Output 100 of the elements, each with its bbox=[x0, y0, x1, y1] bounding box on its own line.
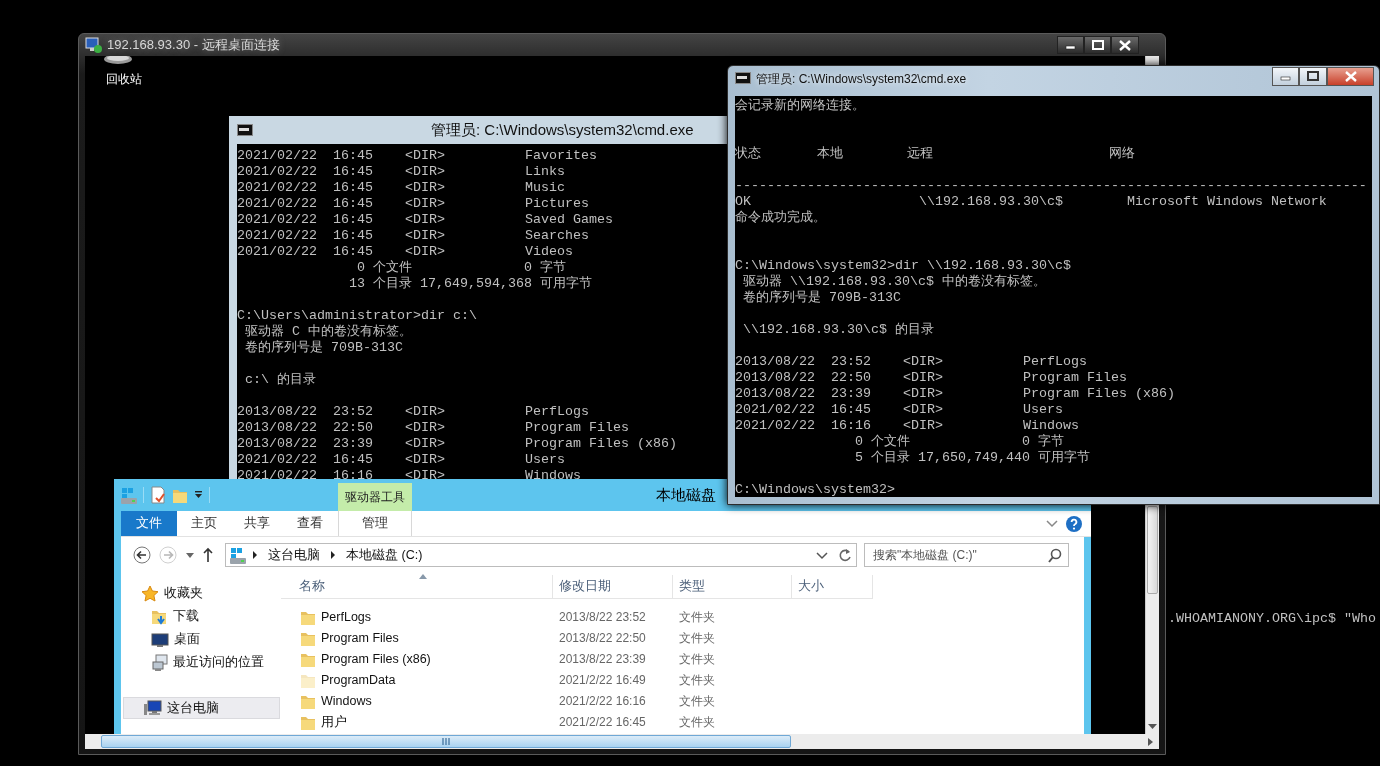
file-name[interactable]: Program Files (x86) bbox=[281, 651, 553, 668]
back-button[interactable] bbox=[133, 546, 151, 564]
window-title: 管理员: C:\Windows\system32\cmd.exe bbox=[756, 72, 967, 87]
search-icon[interactable] bbox=[1048, 548, 1062, 563]
date-cell-text: 2021/2/22 16:16 bbox=[558, 694, 647, 709]
forward-icon bbox=[159, 546, 177, 564]
ribbon-tab[interactable]: 主页 bbox=[177, 511, 230, 536]
console-line: 2021/02/22 16:45 <DIR> Saved Games bbox=[237, 212, 613, 228]
document-icon[interactable] bbox=[150, 486, 166, 504]
console-line: 2021/02/22 16:45 <DIR> Videos bbox=[237, 244, 573, 260]
minimize-button[interactable] bbox=[1272, 67, 1299, 86]
horizontal-scrollbar[interactable] bbox=[85, 734, 1159, 749]
maximize-icon bbox=[1090, 39, 1105, 51]
drive-icon bbox=[230, 546, 246, 564]
file-name[interactable]: ProgramData bbox=[281, 672, 553, 689]
console-line: 2013/08/22 22:50 <DIR> Program Files bbox=[735, 370, 1127, 386]
console-line: 会记录新的网络连接。 bbox=[735, 98, 865, 114]
console-line: C:\Windows\system32>dir \\192.168.93.30\c$ bbox=[735, 258, 1071, 274]
download-folder-icon bbox=[151, 608, 168, 625]
date-cell-text: 2021/2/22 16:45 bbox=[558, 715, 647, 730]
nav-pane-item[interactable]: 最近访问的位置 bbox=[121, 651, 281, 674]
ribbon-tab[interactable]: 管理 bbox=[338, 511, 412, 536]
nav-pane-item[interactable]: 这台电脑 bbox=[123, 697, 280, 719]
console-line: 2021/02/22 16:45 <DIR> Pictures bbox=[237, 196, 589, 212]
date-cell-text: 2013/8/22 22:50 bbox=[558, 631, 647, 646]
ribbon-tab[interactable]: 查看 bbox=[283, 511, 336, 536]
console-line: 2021/02/22 16:45 <DIR> Searches bbox=[237, 228, 589, 244]
scroll-thumb[interactable] bbox=[101, 735, 791, 748]
console-line: 驱动器 \\192.168.93.30\c$ 中的卷没有标签。 bbox=[742, 274, 1046, 290]
file-name[interactable]: PerfLogs bbox=[281, 609, 553, 626]
file-name[interactable]: Program Files bbox=[281, 630, 553, 647]
remote-desktop-icon bbox=[85, 37, 102, 53]
file-menu-button[interactable]: 文件 bbox=[121, 511, 177, 536]
ribbon-tab[interactable]: 共享 bbox=[230, 511, 283, 536]
window-title: 192.168.93.30 - 远程桌面连接 bbox=[107, 37, 280, 53]
breadcrumb-link[interactable]: 这台电脑 bbox=[264, 547, 324, 563]
recycle-bin-icon[interactable] bbox=[103, 56, 133, 64]
console-line: 2021/02/22 16:45 <DIR> Users bbox=[237, 452, 565, 468]
minimize-button[interactable] bbox=[1057, 36, 1084, 54]
breadcrumb-arrow-icon[interactable] bbox=[252, 550, 258, 560]
caret-icon[interactable] bbox=[194, 491, 203, 499]
type-cell-text: 文件夹 bbox=[678, 652, 716, 667]
address-bar[interactable]: 这台电脑 本地磁盘 (C:) bbox=[225, 543, 857, 567]
window-title: 管理员: C:\Windows\system32\cmd.exe bbox=[431, 121, 694, 139]
desktop-icon-label[interactable]: 回收站 bbox=[106, 72, 142, 87]
date-cell-text: 2013/8/22 23:52 bbox=[558, 610, 647, 625]
type-cell-text: 文件夹 bbox=[678, 610, 716, 625]
maximize-button[interactable] bbox=[1084, 36, 1111, 54]
nav-pane-item[interactable]: 下载 bbox=[121, 605, 281, 628]
console-line: C:\Users\administrator>dir c:\ bbox=[237, 308, 477, 324]
column-header[interactable]: 大小 bbox=[792, 575, 873, 599]
close-button[interactable] bbox=[1327, 67, 1374, 86]
grip-icon bbox=[441, 737, 451, 746]
console-line: \\192.168.93.30\c$ 的目录 bbox=[742, 322, 934, 338]
console-line: 卷的序列号是 709B-313C bbox=[742, 290, 901, 306]
maximize-button[interactable] bbox=[1299, 67, 1327, 86]
chevron-down-icon[interactable] bbox=[816, 550, 828, 560]
console-line: 2013/08/22 23:39 <DIR> Program Files (x86) bbox=[735, 386, 1175, 402]
console-line: 13 个目录 17,649,594,368 可用字节 bbox=[347, 276, 592, 292]
nav-pane-item[interactable]: 收藏夹 bbox=[121, 582, 281, 605]
console-line: 2013/08/22 23:39 <DIR> Program Files (x86) bbox=[237, 436, 677, 452]
console-line: OK \\192.168.93.30\c$ Microsoft Windows Network bbox=[735, 194, 1327, 210]
up-button[interactable] bbox=[203, 547, 213, 563]
console-line: 卷的序列号是 709B-313C bbox=[244, 340, 403, 356]
console-icon bbox=[735, 72, 751, 84]
window-title: 本地磁盘 bbox=[656, 486, 716, 504]
type-cell-text: 文件夹 bbox=[678, 715, 716, 730]
close-button[interactable] bbox=[1111, 36, 1139, 54]
console-line: 2013/08/22 23:52 <DIR> PerfLogs bbox=[735, 354, 1087, 370]
chevron-down-icon[interactable] bbox=[1046, 519, 1058, 528]
column-header[interactable]: 名称 bbox=[281, 575, 553, 599]
console-line: 2013/08/22 23:52 <DIR> PerfLogs bbox=[237, 404, 589, 420]
file-name[interactable]: 用户 bbox=[281, 714, 553, 731]
refresh-icon[interactable] bbox=[838, 548, 852, 562]
maximize-icon bbox=[1306, 71, 1320, 82]
console-line: 2021/02/22 16:45 <DIR> Users bbox=[735, 402, 1063, 418]
breadcrumb-arrow-icon[interactable] bbox=[330, 550, 336, 560]
console-line: 2021/02/22 16:16 <DIR> Windows bbox=[237, 468, 581, 484]
file-name[interactable]: Windows bbox=[281, 693, 553, 710]
console-line: 驱动器 C 中的卷没有标签。 bbox=[244, 324, 412, 340]
type-cell-text: 文件夹 bbox=[678, 694, 716, 709]
star-icon bbox=[141, 585, 159, 602]
search-field[interactable]: 搜索"本地磁盘 (C:)" bbox=[864, 543, 1069, 567]
column-header[interactable]: 修改日期 bbox=[553, 575, 673, 599]
date-cell-text: 2021/2/22 16:49 bbox=[558, 673, 647, 688]
recent-locations-button[interactable] bbox=[185, 551, 195, 559]
date-cell-text: 2013/8/22 23:39 bbox=[558, 652, 647, 667]
console-line: 2013/08/22 22:50 <DIR> Program Files bbox=[237, 420, 629, 436]
monitor-icon bbox=[151, 631, 169, 648]
help-icon[interactable] bbox=[1066, 515, 1082, 532]
computer-icon bbox=[144, 700, 162, 716]
console-line: 0 个文件 0 字节 bbox=[355, 260, 566, 276]
console-line: C:\Windows\system32> bbox=[735, 482, 895, 497]
type-cell-text: 文件夹 bbox=[678, 673, 716, 688]
breadcrumb-link[interactable]: 本地磁盘 (C:) bbox=[342, 547, 427, 563]
console-line: 2021/02/22 16:45 <DIR> Links bbox=[237, 164, 565, 180]
column-header[interactable]: 类型 bbox=[673, 575, 792, 599]
scroll-thumb[interactable] bbox=[1147, 506, 1158, 594]
nav-pane-item[interactable]: 桌面 bbox=[121, 628, 281, 651]
console-line: c:\ 的目录 bbox=[244, 372, 316, 388]
